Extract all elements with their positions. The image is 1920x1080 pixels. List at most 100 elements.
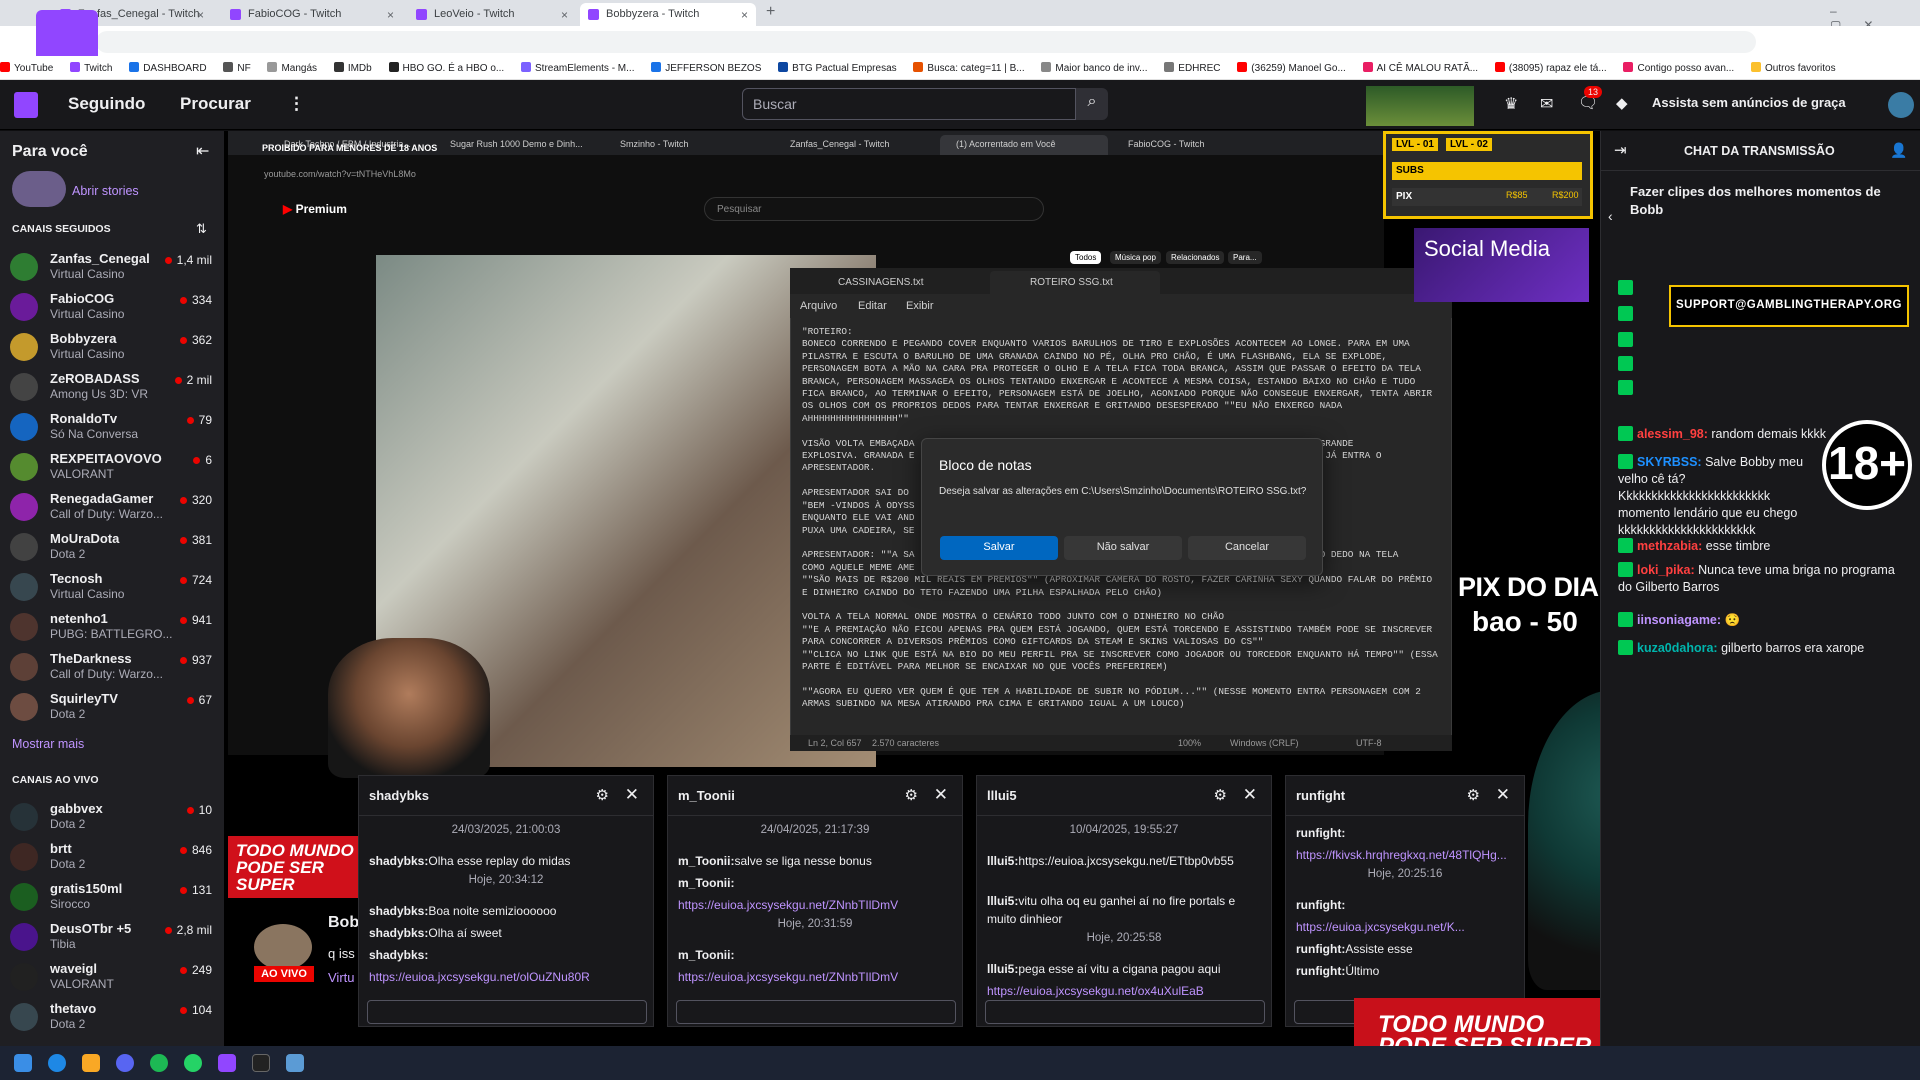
close-icon[interactable]: ×	[741, 8, 748, 22]
bookmark-item[interactable]: DASHBOARD	[129, 62, 207, 74]
bookmark-item[interactable]: Twitch	[70, 62, 112, 74]
twitch-search-input[interactable]: Buscar	[742, 88, 1076, 120]
chat-link[interactable]: https://euioa.jxcsysekgu.net/ox4uXulEaB	[987, 982, 1267, 1000]
sidebar-channel[interactable]: thetavo Dota 2 104	[0, 997, 224, 1037]
windows-start-icon[interactable]	[14, 1054, 32, 1072]
sidebar-channel[interactable]: gratis150ml Sirocco 131	[0, 877, 224, 917]
sidebar-channel[interactable]: TheDarkness Call of Duty: Warzo... 937	[0, 647, 224, 687]
bookmark-item[interactable]: Outros favoritos	[1751, 62, 1836, 74]
sidebar-channel[interactable]: ZeROBADASS Among Us 3D: VR 2 mil	[0, 367, 224, 407]
chat-username[interactable]: iinsoniagame:	[1637, 613, 1721, 627]
chat-username[interactable]: methzabia:	[1637, 539, 1702, 553]
notepad-icon[interactable]	[286, 1054, 304, 1072]
bookmark-item[interactable]: StreamElements - M...	[521, 62, 634, 74]
chat-reply-input[interactable]	[367, 1000, 647, 1024]
obs-icon[interactable]	[252, 1054, 270, 1072]
sidebar-channel[interactable]: waveigl VALORANT 249	[0, 957, 224, 997]
open-stories-link[interactable]: Abrir stories	[72, 184, 139, 198]
stories-avatar[interactable]	[12, 171, 66, 207]
chat-reply-input[interactable]	[985, 1000, 1265, 1024]
sidebar-channel[interactable]: SquirleyTV Dota 2 67	[0, 687, 224, 727]
nav-browse[interactable]: Procurar	[180, 94, 251, 114]
new-tab-icon[interactable]: +	[766, 3, 775, 21]
bookmark-item[interactable]: Busca: categ=11 | B...	[913, 62, 1025, 74]
channel-game: Dota 2	[50, 1017, 86, 1031]
bookmark-item[interactable]: (36259) Manoel Go...	[1237, 62, 1346, 74]
gear-icon[interactable]: ⚙	[1214, 786, 1227, 804]
chat-reply-input[interactable]	[676, 1000, 956, 1024]
sidebar-channel[interactable]: DeusOTbr +5 Tibia 2,8 mil	[0, 917, 224, 957]
nav-following[interactable]: Seguindo	[68, 94, 145, 114]
bookmark-item[interactable]: BTG Pactual Empresas	[778, 62, 897, 74]
sidebar-channel[interactable]: netenho1 PUBG: BATTLEGRO... 941	[0, 607, 224, 647]
spotify-icon[interactable]	[150, 1054, 168, 1072]
sidebar-channel[interactable]: brtt Dota 2 846	[0, 837, 224, 877]
close-icon[interactable]: ✕	[1496, 785, 1510, 805]
ad-free-button[interactable]: Assista sem anúncios de graça	[1652, 95, 1846, 110]
browser-tab-active[interactable]: Bobbyzera - Twitch ×	[580, 3, 756, 26]
chat-link[interactable]: https://euioa.jxcsysekgu.net/olOuZNu80R	[369, 968, 649, 986]
show-more-link[interactable]: Mostrar mais	[12, 737, 84, 751]
collapse-chat-icon[interactable]: ⇥	[1614, 141, 1627, 159]
search-icon[interactable]: ⌕	[1076, 88, 1108, 120]
close-icon[interactable]: ✕	[934, 785, 948, 805]
notepad-status-bar: Ln 2, Col 657 2.570 caracteres 100% Wind…	[790, 735, 1452, 751]
chat-username[interactable]: alessim_98:	[1637, 427, 1708, 441]
chevron-left-icon[interactable]: ‹	[1608, 208, 1613, 224]
bookmark-item[interactable]: Contigo posso avan...	[1623, 62, 1734, 74]
bookmark-item[interactable]: AI CÊ MALOU RATÃ...	[1362, 62, 1478, 74]
gear-icon[interactable]: ⚙	[596, 786, 609, 804]
more-options-icon[interactable]: ⋮	[288, 94, 305, 114]
bookmark-item[interactable]: (38095) rapaz ele tá...	[1494, 62, 1607, 74]
file-explorer-icon[interactable]	[82, 1054, 100, 1072]
bookmark-item[interactable]: Maior banco de inv...	[1041, 62, 1148, 74]
close-icon[interactable]: ×	[387, 8, 394, 22]
streamer-avatar[interactable]	[254, 924, 312, 970]
sidebar-channel[interactable]: RonaldoTv Só Na Conversa 79	[0, 407, 224, 447]
whatsapp-icon[interactable]	[184, 1054, 202, 1072]
bookmark-item[interactable]: HBO GO. É a HBO o...	[388, 62, 504, 74]
sidebar-channel[interactable]: gabbvex Dota 2 10	[0, 797, 224, 837]
bits-icon[interactable]: ◆	[1616, 94, 1628, 112]
close-icon[interactable]: ×	[197, 8, 204, 22]
close-icon[interactable]: ✕	[625, 785, 639, 805]
sort-icon[interactable]: ⇅	[196, 221, 207, 237]
bookmark-item[interactable]: NF	[223, 62, 251, 74]
bookmark-item[interactable]: YouTube	[0, 62, 53, 74]
chat-username[interactable]: loki_pika:	[1637, 563, 1695, 577]
chat-username[interactable]: SKYRBSS:	[1637, 455, 1702, 469]
twitch-logo-icon[interactable]	[14, 92, 38, 118]
sidebar-channel[interactable]: Bobbyzera Virtual Casino 362	[0, 327, 224, 367]
sidebar-channel[interactable]: RenegadaGamer Call of Duty: Warzo... 320	[0, 487, 224, 527]
close-icon[interactable]: ×	[561, 8, 568, 22]
gear-icon[interactable]: ⚙	[905, 786, 918, 804]
prime-crown-icon[interactable]: ♛	[1504, 94, 1518, 114]
streamer-name[interactable]: Bob	[328, 914, 359, 932]
bookmark-item[interactable]: IMDb	[333, 62, 372, 74]
users-icon[interactable]: 👤	[1890, 142, 1907, 159]
sidebar-channel[interactable]: Zanfas_Cenegal Virtual Casino 1,4 mil	[0, 247, 224, 287]
bookmark-item[interactable]: JEFFERSON BEZOS	[651, 62, 761, 74]
twitch-app-icon[interactable]	[218, 1054, 236, 1072]
browser-tab[interactable]: FabioCOG - Twitch ×	[222, 3, 402, 26]
sidebar-channel[interactable]: FabioCOG Virtual Casino 334	[0, 287, 224, 327]
bookmark-item[interactable]: EDHREC	[1164, 62, 1221, 74]
chat-link[interactable]: https://euioa.jxcsysekgu.net/ZNnbTIlDmV	[678, 896, 958, 914]
bookmark-item[interactable]: Mangás	[267, 62, 317, 74]
sidebar-channel[interactable]: Tecnosh Virtual Casino 724	[0, 567, 224, 607]
stream-category[interactable]: Virtu	[328, 970, 355, 985]
collapse-sidebar-icon[interactable]: ⇤	[196, 141, 209, 161]
chat-username[interactable]: kuza0dahora:	[1637, 641, 1718, 655]
sidebar-channel[interactable]: REXPEITAOVOVO VALORANT 6	[0, 447, 224, 487]
inbox-icon[interactable]: ✉	[1540, 94, 1553, 114]
gear-icon[interactable]: ⚙	[1467, 786, 1480, 804]
gift-banner-image[interactable]	[1366, 86, 1474, 126]
browser-tab[interactable]: LeoVeio - Twitch ×	[408, 3, 576, 26]
discord-icon[interactable]	[116, 1054, 134, 1072]
sidebar-channel[interactable]: MoUraDota Dota 2 381	[0, 527, 224, 567]
url-input[interactable]	[96, 31, 1756, 53]
close-icon[interactable]: ✕	[1243, 785, 1257, 805]
edge-icon[interactable]	[48, 1054, 66, 1072]
chat-link[interactable]: https://euioa.jxcsysekgu.net/ZNnbTIlDmV	[678, 968, 958, 986]
user-avatar[interactable]	[1888, 92, 1914, 118]
